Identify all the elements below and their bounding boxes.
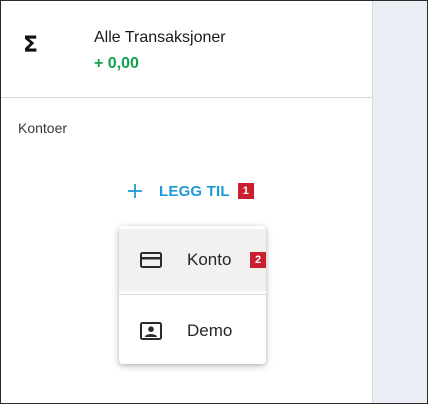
add-button[interactable]: LEGG TIL 1 (127, 179, 254, 203)
all-transactions-amount: + 0,00 (94, 55, 139, 72)
menu-item-label: Demo (187, 321, 233, 340)
contact-card-icon (140, 322, 162, 340)
menu-item-label: Konto (187, 250, 232, 269)
all-transactions-title: Alle Transaksjoner (94, 29, 226, 46)
main-content-area (373, 1, 427, 403)
plus-icon (128, 184, 142, 198)
add-button-label: LEGG TIL (159, 182, 230, 200)
accounts-sidebar: Σ Alle Transaksjoner + 0,00 Kontoer LEGG… (1, 1, 373, 403)
app-window: Σ Alle Transaksjoner + 0,00 Kontoer LEGG… (0, 0, 428, 404)
menu-item-demo[interactable]: Demo (119, 298, 266, 364)
add-dropdown-menu: Konto 2 Demo (119, 226, 266, 364)
sigma-icon: Σ (23, 33, 39, 58)
credit-card-icon (140, 252, 162, 268)
accounts-section-label: Kontoer (18, 120, 68, 136)
callout-badge: 2 (250, 252, 266, 268)
menu-divider (119, 294, 266, 295)
all-transactions-item[interactable]: Σ Alle Transaksjoner + 0,00 (1, 1, 372, 98)
callout-badge: 1 (237, 183, 254, 199)
menu-item-konto[interactable]: Konto 2 (119, 229, 266, 291)
